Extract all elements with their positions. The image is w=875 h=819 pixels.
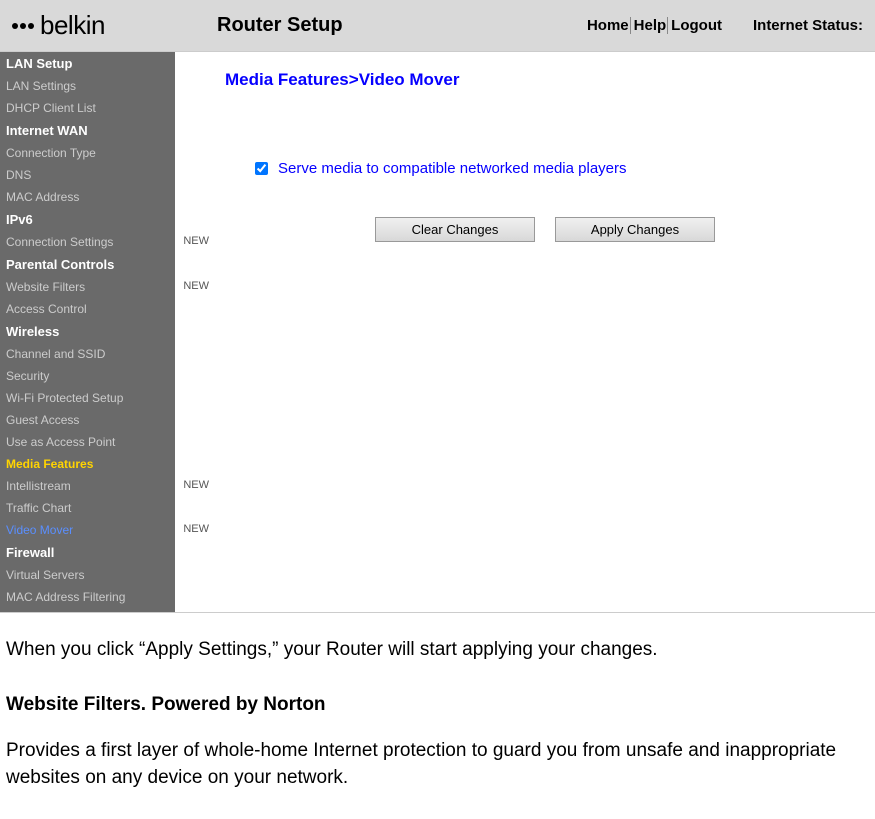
sidebar-item-traffic-chart[interactable]: Traffic Chart — [0, 497, 175, 519]
logo-text: belkin — [40, 10, 105, 41]
sidebar-item-label: Virtual Servers — [6, 568, 84, 582]
sidebar-item-label: Video Mover — [6, 523, 73, 537]
sidebar-item-label: LAN Settings — [6, 79, 76, 93]
new-badge: NEW — [183, 479, 209, 491]
sidebar-item-label: Access Control — [6, 302, 87, 316]
sidebar-item-dhcp-client-list[interactable]: DHCP Client List — [0, 97, 175, 119]
sidebar-item-use-as-access-point[interactable]: Use as Access Point — [0, 431, 175, 453]
sidebar-item-label: DHCP Client List — [6, 101, 96, 115]
sidebar-item-mac-address-filtering[interactable]: MAC Address Filtering — [0, 586, 175, 608]
sidebar-item-guest-access[interactable]: Guest Access — [0, 409, 175, 431]
new-badge: NEW — [183, 280, 209, 292]
apply-changes-button[interactable]: Apply Changes — [555, 217, 715, 242]
sidebar-item-label: MAC Address — [6, 190, 79, 204]
header-links: Home Help Logout — [586, 17, 723, 34]
sidebar-item-internet-wan[interactable]: Internet WAN — [0, 119, 175, 142]
button-row: Clear Changes Apply Changes — [375, 217, 865, 242]
body-wrap: LAN Setup LAN Settings DHCP Client List Int… — [0, 52, 875, 613]
sidebar-item-video-mover[interactable]: Video MoverNEW — [0, 519, 175, 541]
sidebar-item-label: Channel and SSID — [6, 347, 105, 361]
sidebar-item-label: Wi-Fi Protected Setup — [6, 391, 123, 405]
sidebar-item-label: Connection Type — [6, 146, 96, 160]
serve-media-row: Serve media to compatible networked medi… — [255, 160, 865, 177]
logo-dots-icon — [12, 23, 34, 29]
logout-link[interactable]: Logout — [670, 17, 723, 34]
serve-media-checkbox[interactable] — [255, 162, 268, 175]
sidebar-item-channel-and-ssid[interactable]: Channel and SSID — [0, 343, 175, 365]
internet-status-label: Internet Status: — [753, 17, 863, 34]
serve-media-label: Serve media to compatible networked medi… — [278, 160, 627, 177]
sidebar-item-intellistream[interactable]: IntellistreamNEW — [0, 475, 175, 497]
sidebar-item-lan-settings[interactable]: LAN Settings — [0, 75, 175, 97]
sidebar: LAN Setup LAN Settings DHCP Client List Int… — [0, 52, 175, 612]
sidebar-item-ipv6[interactable]: IPv6 — [0, 208, 175, 231]
doc-heading: Website Filters. Powered by Norton — [6, 692, 867, 719]
sidebar-item-label: Website Filters — [6, 280, 85, 294]
sidebar-item-label: Internet WAN — [6, 123, 88, 138]
breadcrumb: Media Features>Video Mover — [225, 70, 865, 90]
home-link[interactable]: Home — [586, 17, 631, 34]
new-badge: NEW — [183, 523, 209, 535]
sidebar-item-label: Parental Controls — [6, 257, 114, 272]
sidebar-item-lan-setup[interactable]: LAN Setup — [0, 52, 175, 75]
sidebar-item-connection-type[interactable]: Connection Type — [0, 142, 175, 164]
sidebar-item-parental-controls[interactable]: Parental Controls — [0, 253, 175, 276]
sidebar-item-label: IPv6 — [6, 212, 33, 227]
content-area: Media Features>Video Mover Serve media t… — [175, 52, 875, 612]
sidebar-item-virtual-servers[interactable]: Virtual Servers — [0, 564, 175, 586]
sidebar-item-security[interactable]: Security — [0, 365, 175, 387]
sidebar-item-label: Use as Access Point — [6, 435, 115, 449]
sidebar-item-label: Security — [6, 369, 49, 383]
sidebar-item-label: Firewall — [6, 545, 54, 560]
sidebar-item-wi-fi-protected-setup[interactable]: Wi-Fi Protected Setup — [0, 387, 175, 409]
sidebar-item-mac-address[interactable]: MAC Address — [0, 186, 175, 208]
header-bar: belkin Router Setup Home Help Logout Int… — [0, 0, 875, 52]
sidebar-item-dns[interactable]: DNS — [0, 164, 175, 186]
sidebar-item-label: LAN Setup — [6, 56, 72, 71]
doc-paragraph-1: When you click “Apply Settings,” your Ro… — [6, 637, 867, 664]
new-badge: NEW — [183, 235, 209, 247]
sidebar-item-wireless[interactable]: Wireless — [0, 320, 175, 343]
sidebar-item-access-control[interactable]: Access Control — [0, 298, 175, 320]
doc-paragraph-2: Provides a first layer of whole-home Int… — [6, 738, 867, 791]
sidebar-item-media-features[interactable]: Media Features — [0, 453, 175, 475]
sidebar-item-label: Traffic Chart — [6, 501, 71, 515]
help-link[interactable]: Help — [633, 17, 669, 34]
sidebar-item-website-filters[interactable]: Website FiltersNEW — [0, 276, 175, 298]
sidebar-item-label: Connection Settings — [6, 235, 113, 249]
sidebar-item-label: Guest Access — [6, 413, 79, 427]
sidebar-item-label: DNS — [6, 168, 31, 182]
page-title: Router Setup — [217, 14, 343, 37]
sidebar-item-label: MAC Address Filtering — [6, 590, 125, 604]
logo: belkin — [12, 10, 197, 41]
sidebar-item-label: Wireless — [6, 324, 59, 339]
clear-changes-button[interactable]: Clear Changes — [375, 217, 535, 242]
sidebar-item-label: Intellistream — [6, 479, 71, 493]
doc-text: When you click “Apply Settings,” your Ro… — [0, 613, 875, 791]
sidebar-item-connection-settings[interactable]: Connection SettingsNEW — [0, 231, 175, 253]
sidebar-item-firewall[interactable]: Firewall — [0, 541, 175, 564]
sidebar-item-label: Media Features — [6, 457, 93, 471]
